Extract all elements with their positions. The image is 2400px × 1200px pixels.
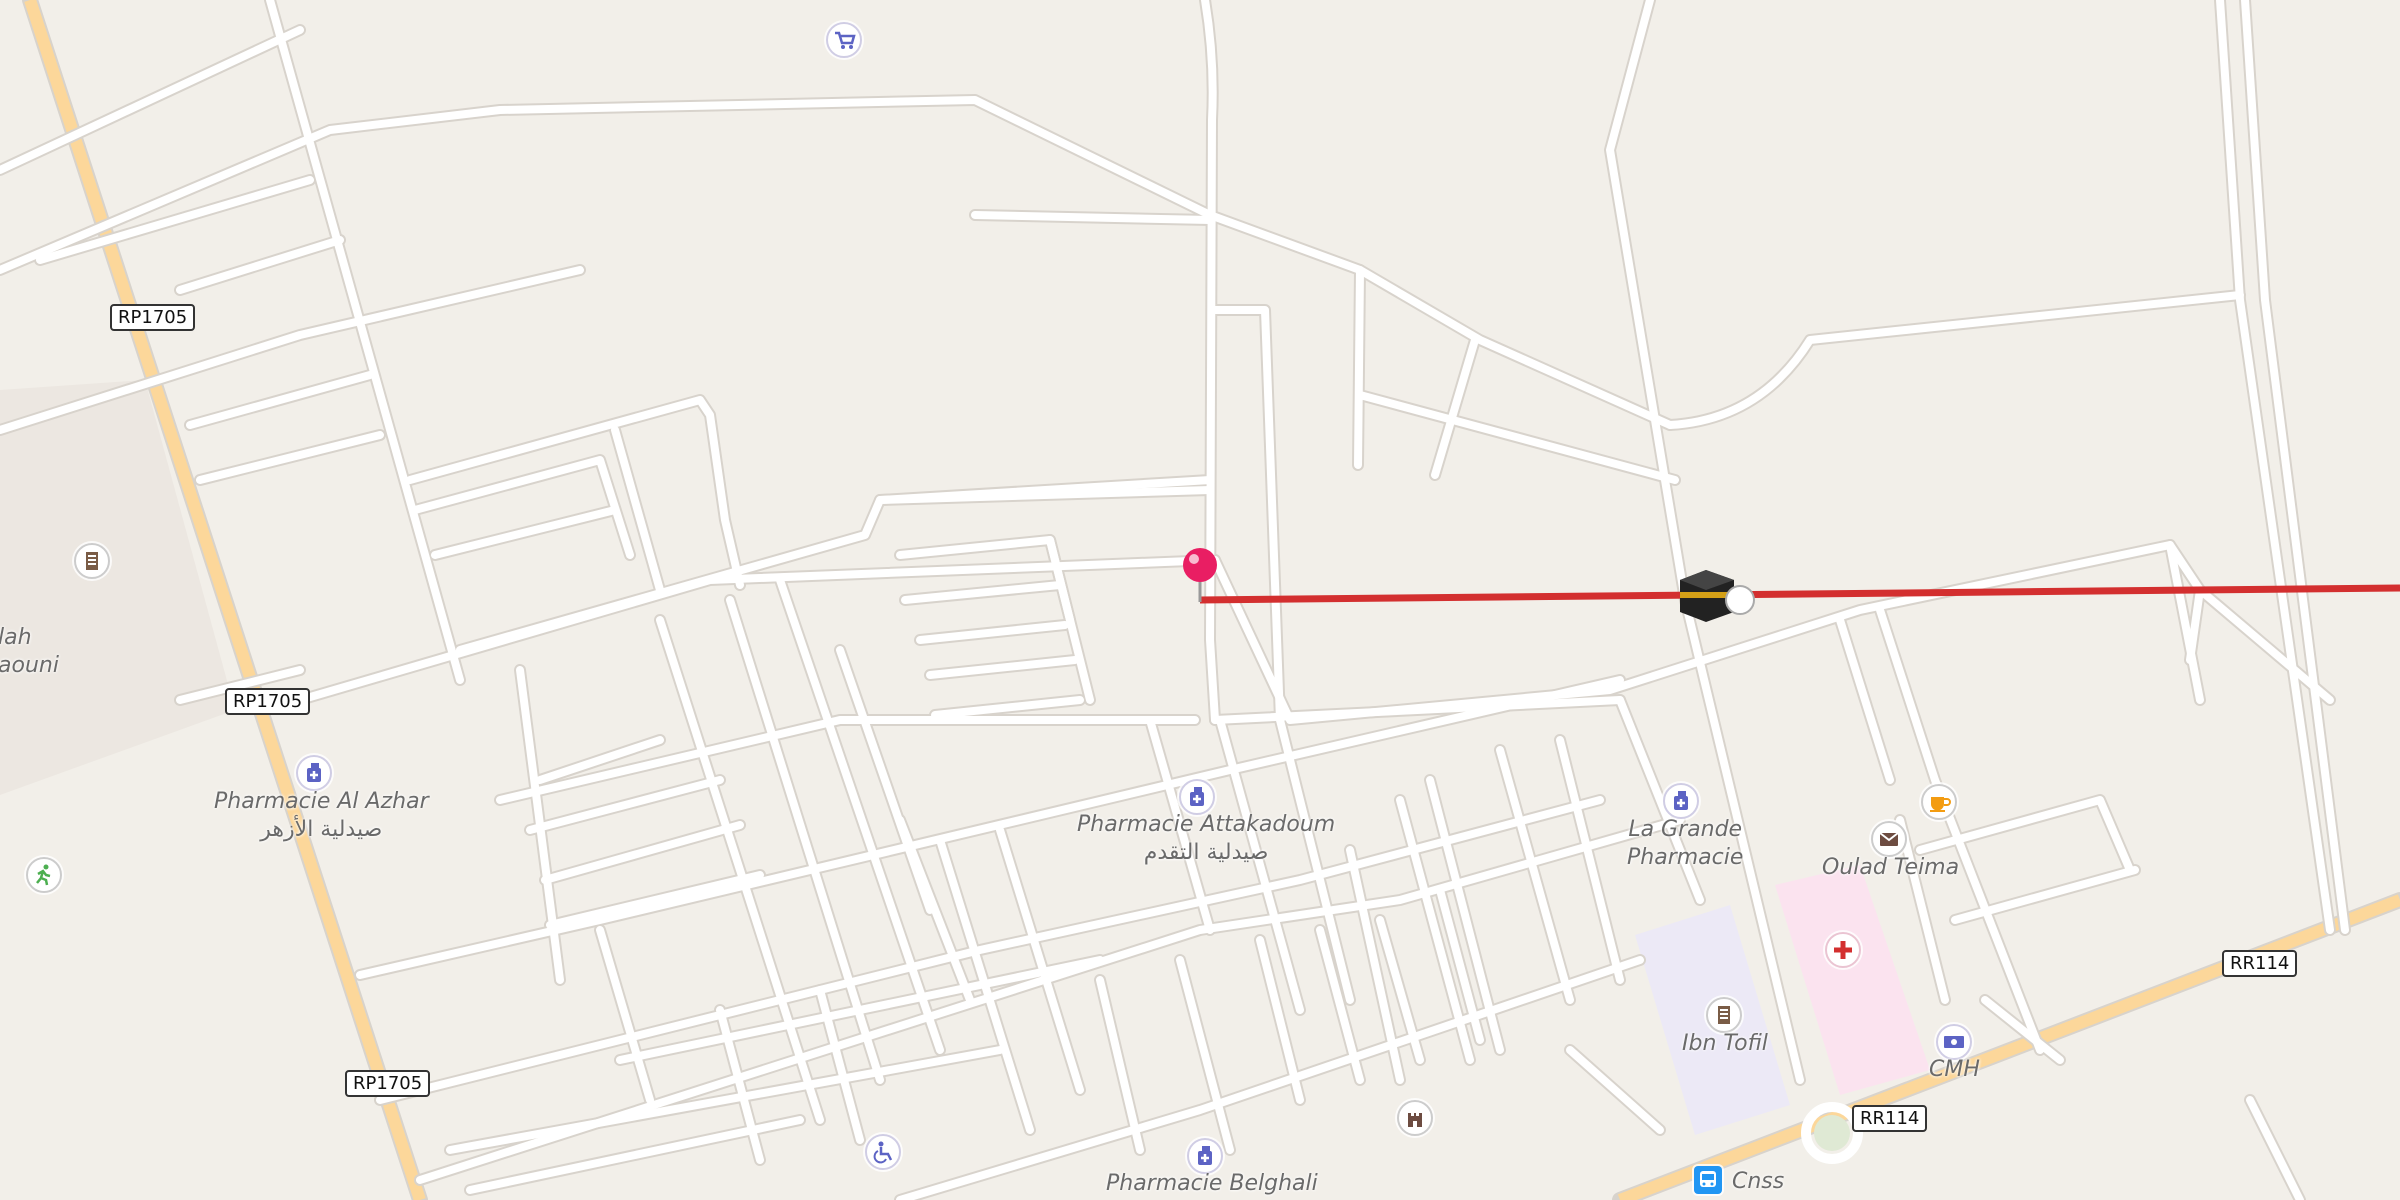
place-label-pharmacie-al-azhar[interactable]: Pharmacie Al Azhar صيدلية الأزهر: [214, 788, 429, 844]
map-base-layer: [0, 0, 2400, 1200]
place-label-cnss[interactable]: Cnss: [1732, 1168, 1784, 1196]
route-line: [1199, 584, 2400, 604]
place-label-oulad-teima[interactable]: Oulad Teima: [1822, 854, 1959, 882]
cafe-icon[interactable]: [1921, 784, 1957, 820]
place-label-la-grande-pharmacie[interactable]: La Grande Pharmacie: [1627, 816, 1743, 872]
place-name-line1: lah: [0, 625, 32, 650]
place-name-line2: aouni: [0, 653, 59, 678]
place-name-arabic: صيدلية الأزهر: [260, 817, 383, 842]
map-canvas[interactable]: RP1705 RP1705 RP1705 RR114 RR114 Pharmac…: [0, 0, 2400, 1200]
bank-icon[interactable]: [1936, 1024, 1972, 1060]
place-name: Pharmacie Attakadoum: [1077, 812, 1336, 837]
place-label-pharmacie-attakadoum[interactable]: Pharmacie Attakadoum صيدلية التقدم: [1077, 811, 1335, 867]
post-icon[interactable]: [1871, 821, 1907, 857]
route-shield-rp1705: RP1705: [345, 1070, 431, 1097]
kaaba-icon[interactable]: [1680, 570, 1755, 622]
place-name: Pharmacie Al Azhar: [214, 789, 429, 814]
cart-icon[interactable]: [826, 22, 862, 58]
place-name-arabic: صيدلية التقدم: [1143, 840, 1269, 865]
bus-icon[interactable]: [1694, 1166, 1722, 1194]
pharmacy-icon[interactable]: [1179, 779, 1215, 815]
pharmacy-icon[interactable]: [1187, 1138, 1223, 1174]
place-label-pharmacie-belghali[interactable]: Pharmacie Belghali: [1106, 1170, 1318, 1198]
route-shield-rp1705: RP1705: [110, 304, 196, 331]
pharmacy-icon[interactable]: [1663, 783, 1699, 819]
route-shield-rr114: RR114: [1852, 1105, 1928, 1132]
hospital-icon[interactable]: [1825, 932, 1861, 968]
school-icon[interactable]: [74, 543, 110, 579]
tower-icon[interactable]: [1397, 1100, 1433, 1136]
place-label-ibn-tofil[interactable]: Ibn Tofil: [1682, 1030, 1768, 1058]
route-shield-rr114: RR114: [2222, 950, 2298, 977]
place-label-partial[interactable]: lah aouni: [0, 624, 59, 680]
place-name-line2: Pharmacie: [1627, 845, 1744, 870]
roundabout-center: [1814, 1115, 1850, 1151]
school-grounds-area: [0, 380, 235, 795]
place-label-cmh[interactable]: CMH: [1929, 1056, 1980, 1084]
place-name-line1: La Grande: [1628, 817, 1743, 842]
route-shield-rp1705: RP1705: [225, 688, 311, 715]
school-icon[interactable]: [1706, 997, 1742, 1033]
sport-icon[interactable]: [26, 857, 62, 893]
disabled-icon[interactable]: [865, 1134, 901, 1170]
pharmacy-icon[interactable]: [296, 755, 332, 791]
